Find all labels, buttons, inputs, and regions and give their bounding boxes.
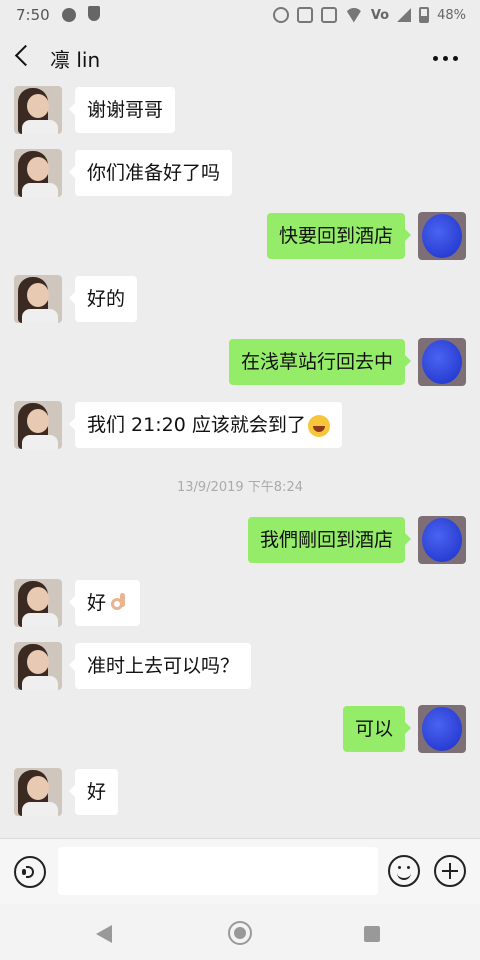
contact-avatar[interactable] [14,768,62,816]
status-icons: Vo 48% [272,5,466,25]
input-bar [0,838,480,905]
message-bubble[interactable]: 我们 21:20 应该就会到了 [69,402,342,448]
message-row: 快要回到酒店 [0,212,480,262]
message-bubble[interactable]: 好的 [68,276,138,322]
message-text: 快要回到酒店 [278,225,393,247]
nfc-icon [296,7,313,23]
message-row: 我们 21:20 应该就会到了 [0,401,480,451]
alarm-icon [272,7,289,23]
contact-avatar[interactable] [14,642,62,690]
message-text: 好 [87,592,107,614]
my-avatar[interactable] [418,338,466,386]
chat-title: 凛 lin [50,48,101,72]
battery-percent: 48% [437,7,466,23]
chat-header: 凛 lin [0,30,480,86]
contact-avatar[interactable] [14,275,62,323]
notification-dot-icon [62,8,76,22]
my-avatar[interactable] [418,516,466,564]
message-text: 我們剛回到酒店 [259,529,393,551]
message-row: 我們剛回到酒店 [0,516,480,566]
message-row: 准时上去可以吗？ [0,642,480,692]
status-time: 7:50 [16,6,50,24]
message-timestamp: 13/9/2019 下午8:24 [177,480,303,495]
message-text: 准时上去可以吗？ [87,655,240,677]
system-nav-bar [0,904,480,960]
message-input[interactable] [58,847,378,895]
message-row: 好的 [0,275,480,325]
message-row: 可以 [0,705,480,755]
message-bubble[interactable]: 可以 [342,706,412,752]
message-row: 在浅草站行回去中 [0,338,480,388]
shield-icon [88,6,100,21]
message-row: 好 [0,768,480,818]
message-row: 你们准备好了吗 [0,149,480,199]
message-row: 谢谢哥哥 [0,86,480,136]
message-text: 好 [87,781,107,803]
signal-icon [397,8,412,22]
plus-icon[interactable] [434,855,466,887]
volte-icon: Vo [370,7,390,23]
message-text: 可以 [354,718,393,740]
voice-icon[interactable] [14,856,46,888]
contact-avatar[interactable] [14,579,62,627]
message-bubble[interactable]: 快要回到酒店 [266,213,412,259]
message-bubble[interactable]: 在浅草站行回去中 [228,339,412,385]
status-bar: 7:50 Vo 48% [0,0,480,30]
contact-avatar[interactable] [14,401,62,449]
my-avatar[interactable] [418,212,466,260]
message-row: 好 [0,579,480,629]
message-bubble[interactable]: 你们准备好了吗 [68,150,233,196]
contact-avatar[interactable] [14,149,62,197]
message-text: 你们准备好了吗 [87,162,221,184]
message-bubble[interactable]: 好 [68,580,141,626]
laughing-tears-emoji-icon [307,414,330,437]
ok-hand-emoji-icon [108,592,128,615]
message-bubble[interactable]: 谢谢哥哥 [68,87,176,133]
message-text: 我们 21:20 应该就会到了 [87,414,306,436]
back-triangle-icon[interactable] [96,925,112,943]
contact-avatar[interactable] [14,86,62,134]
message-text: 在浅草站行回去中 [240,351,393,373]
message-text: 谢谢哥哥 [87,99,164,121]
message-bubble[interactable]: 准时上去可以吗？ [68,643,252,689]
chevron-left-icon[interactable] [14,44,37,67]
message-bubble[interactable]: 好 [68,769,119,815]
message-text: 好的 [87,288,126,310]
vibrate-icon [320,7,337,23]
emoji-icon[interactable] [388,855,420,887]
message-bubble[interactable]: 我們剛回到酒店 [247,517,412,563]
battery-icon [419,7,430,23]
my-avatar[interactable] [418,705,466,753]
more-dots-icon[interactable] [433,56,458,61]
message-list[interactable]: 谢谢哥哥 你们准备好了吗 快要回到酒店 好的 在浅草站行回去中 我们 21:20… [0,86,480,838]
recents-square-icon[interactable] [364,926,380,942]
home-circle-icon[interactable] [228,921,252,945]
wifi-icon [345,8,363,22]
